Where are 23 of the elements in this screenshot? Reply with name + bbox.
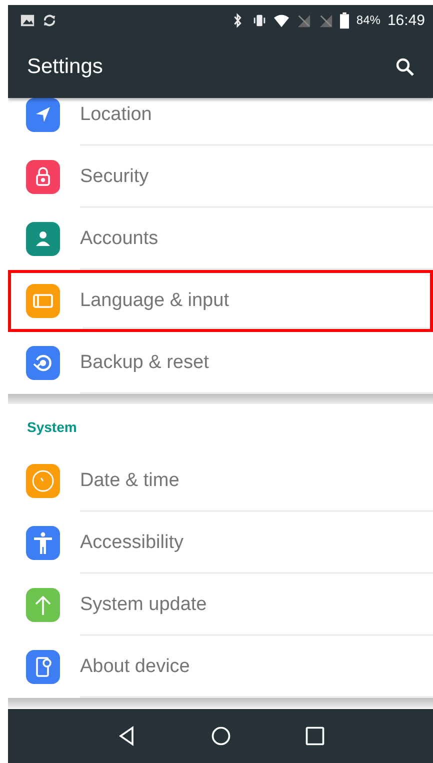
settings-item[interactable]: Accounts	[8, 208, 433, 270]
battery-percentage: 84%	[356, 13, 380, 27]
search-icon[interactable]	[395, 56, 415, 76]
recent-apps-icon[interactable]	[304, 725, 326, 747]
settings-item[interactable]: About device	[8, 636, 433, 698]
battery-icon	[340, 12, 350, 28]
no-signal-icon	[296, 12, 312, 28]
vibrate-icon	[252, 12, 268, 28]
settings-item[interactable]: Backup & reset	[8, 332, 433, 394]
settings-item[interactable]: Date & time	[8, 450, 433, 512]
home-icon[interactable]	[210, 725, 232, 747]
section-header: System	[26, 418, 78, 437]
clock-time: 16:49	[387, 12, 425, 28]
settings-item[interactable]: Language & input	[8, 270, 433, 332]
settings-item[interactable]: Accessibility	[8, 512, 433, 574]
settings-item[interactable]: Security	[8, 146, 433, 208]
app-title: Settings	[27, 54, 103, 78]
wifi-icon	[274, 12, 290, 28]
no-signal-icon	[318, 12, 334, 28]
settings-item[interactable]: Location	[8, 98, 433, 146]
settings-item[interactable]: System update	[8, 574, 433, 636]
image-icon	[20, 12, 35, 28]
sync-icon	[42, 12, 57, 28]
